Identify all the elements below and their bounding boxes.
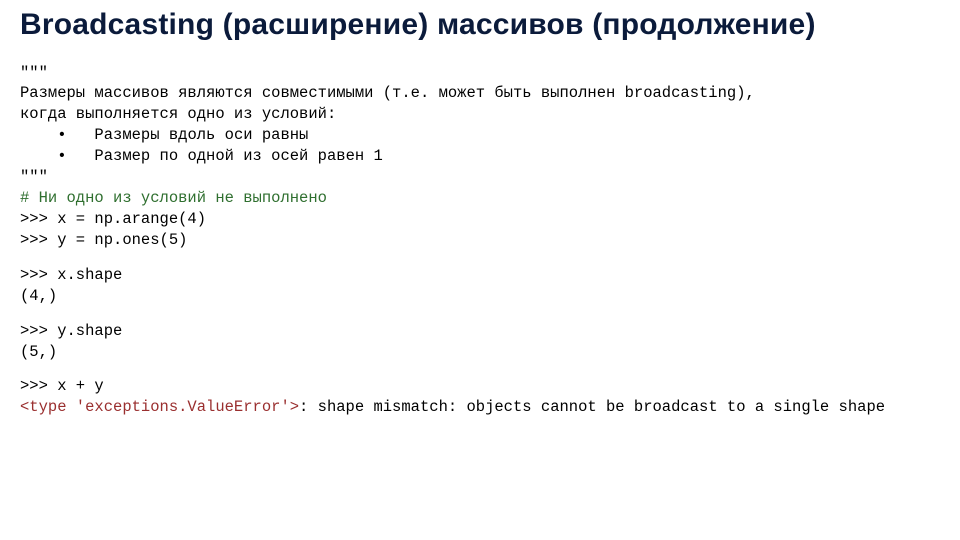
desc-line: Размеры массивов являются совместимыми (… bbox=[20, 84, 755, 102]
docstring-block: """ Размеры массивов являются совместимы… bbox=[20, 63, 940, 251]
error-message: : shape mismatch: objects cannot be broa… bbox=[299, 398, 885, 416]
code-line: >>> x = np.arange(4) bbox=[20, 210, 206, 228]
code-line: >>> x + y bbox=[20, 377, 104, 395]
bullet-item: • Размеры вдоль оси равны bbox=[20, 126, 308, 144]
code-output: (5,) bbox=[20, 343, 57, 361]
error-block: >>> x + y <type 'exceptions.ValueError'>… bbox=[20, 376, 940, 418]
slide: Broadcasting (расширение) массивов (прод… bbox=[0, 0, 960, 540]
code-line: >>> x.shape bbox=[20, 266, 122, 284]
error-type: <type 'exceptions.ValueError'> bbox=[20, 398, 299, 416]
shape-x-block: >>> x.shape (4,) bbox=[20, 265, 940, 307]
code-output: (4,) bbox=[20, 287, 57, 305]
bullet-item: • Размер по одной из осей равен 1 bbox=[20, 147, 383, 165]
page-title: Broadcasting (расширение) массивов (прод… bbox=[20, 8, 940, 43]
code-line: >>> y = np.ones(5) bbox=[20, 231, 187, 249]
desc-line: когда выполняется одно из условий: bbox=[20, 105, 336, 123]
code-comment: # Ни одно из условий не выполнено bbox=[20, 189, 327, 207]
shape-y-block: >>> y.shape (5,) bbox=[20, 321, 940, 363]
docstring-open: """ bbox=[20, 64, 48, 82]
code-line: >>> y.shape bbox=[20, 322, 122, 340]
docstring-close: """ bbox=[20, 168, 48, 186]
